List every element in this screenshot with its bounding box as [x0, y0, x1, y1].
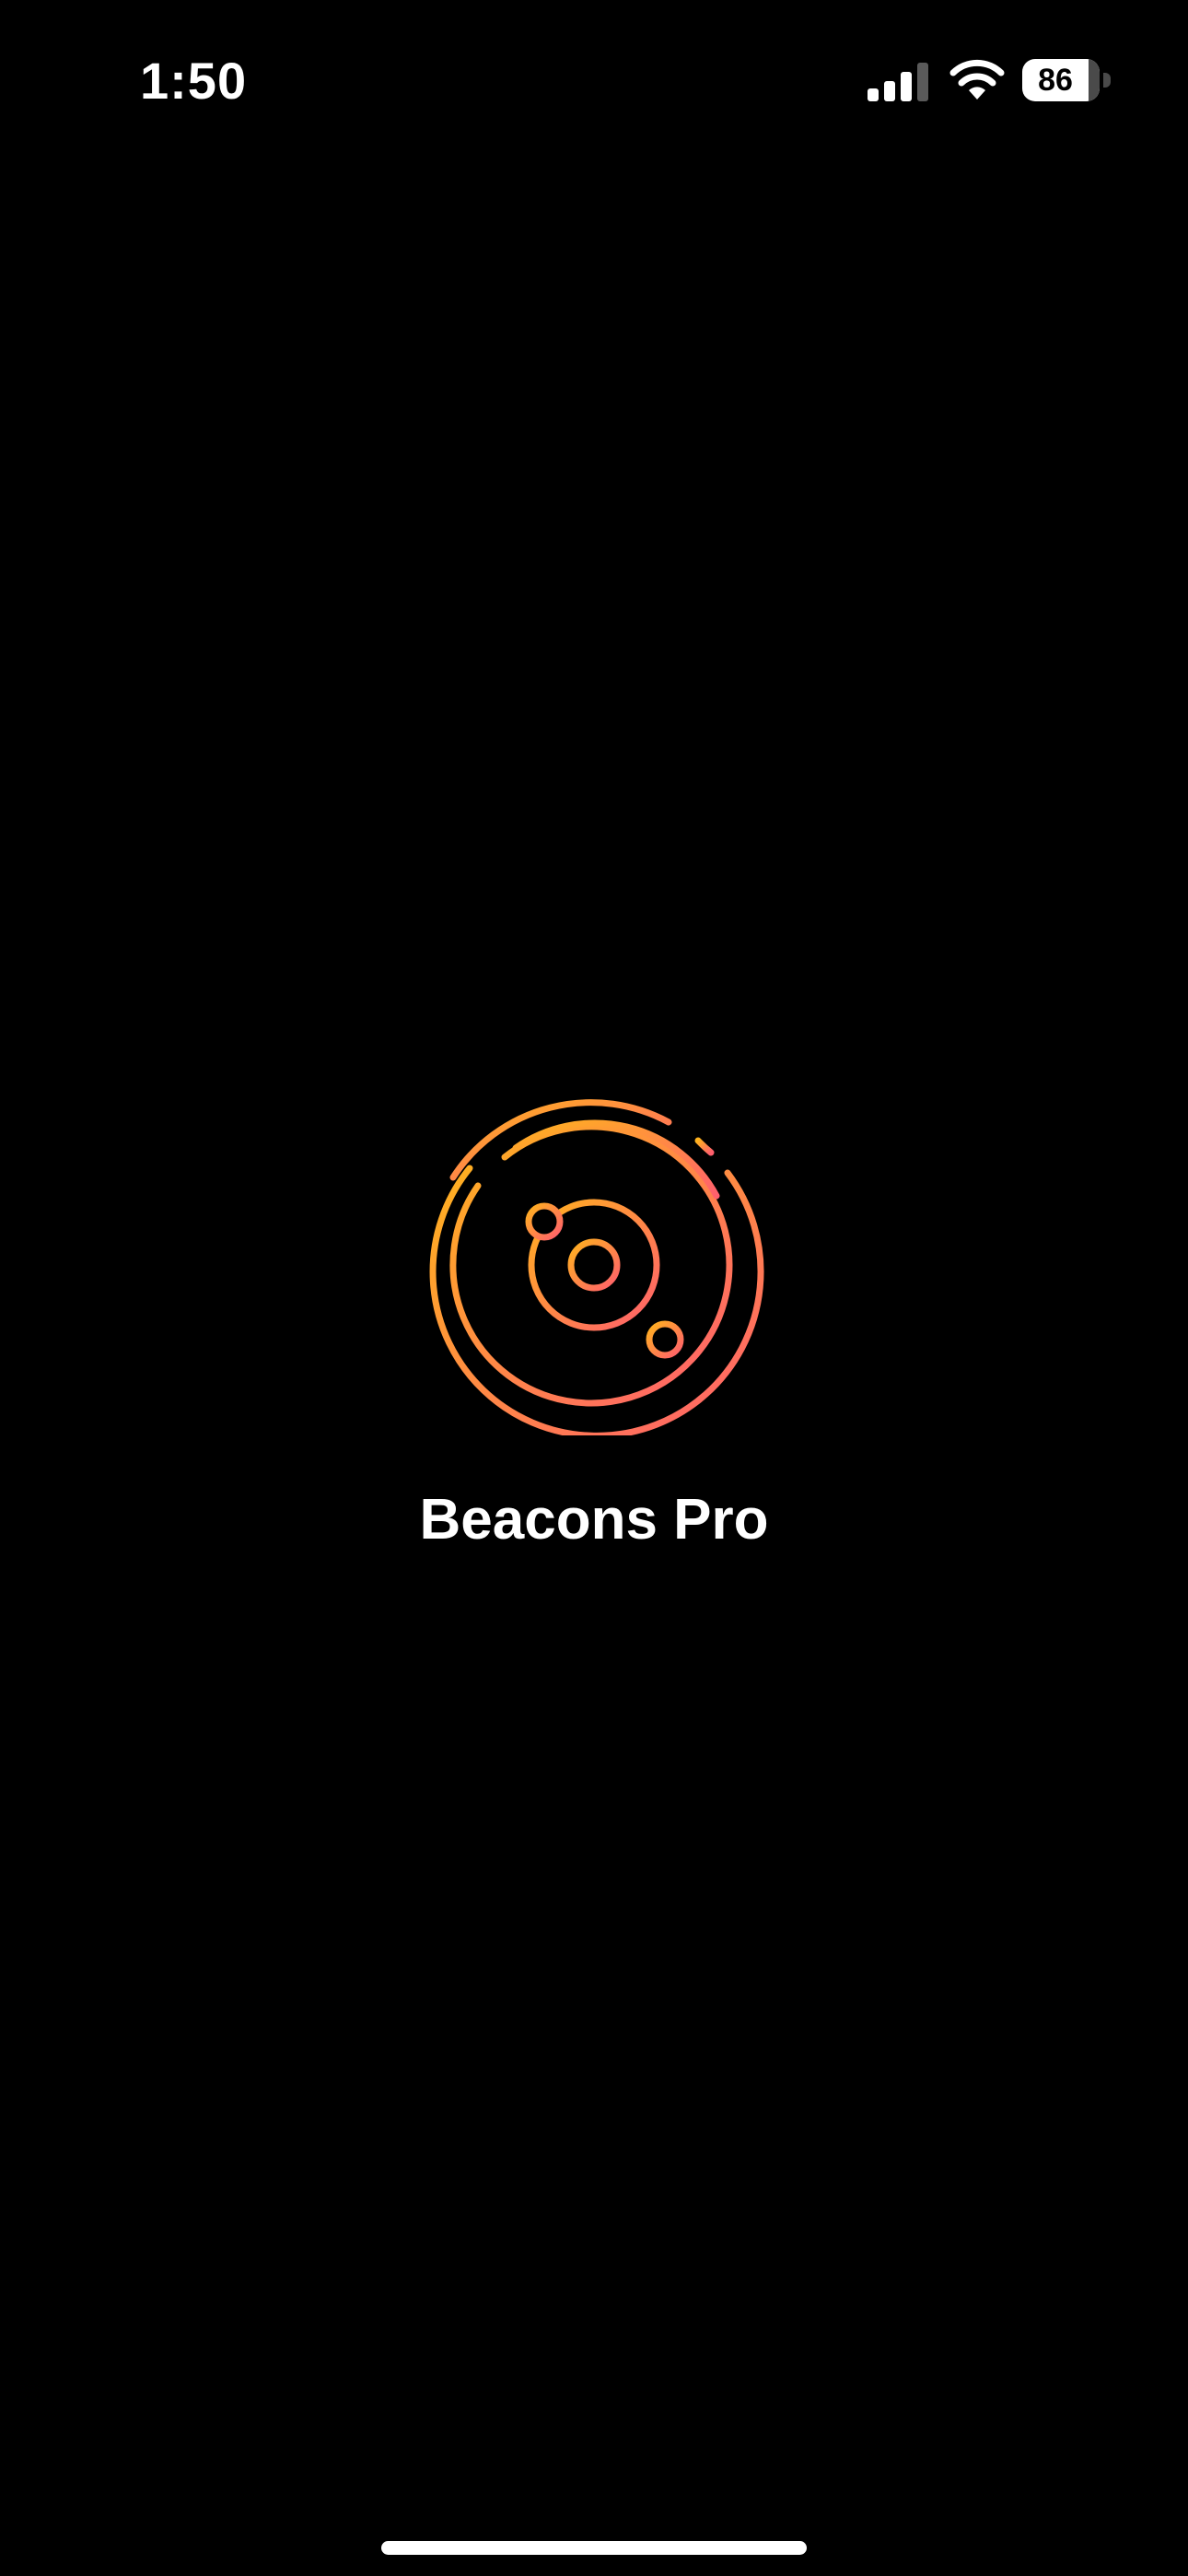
- status-time: 1:50: [140, 52, 248, 110]
- radar-outer-ring: [449, 1099, 672, 1181]
- signal-bar-4: [917, 63, 928, 101]
- splash-screen: Beacons Pro: [0, 1087, 1188, 1566]
- signal-bar-2: [884, 81, 895, 101]
- battery-empty-portion: [1089, 59, 1100, 101]
- battery-body: 86: [1022, 59, 1100, 101]
- radar-ring-2-top: [512, 1119, 720, 1200]
- radar-blip-2: [646, 1320, 684, 1359]
- radar-center-ring: [567, 1238, 621, 1292]
- signal-bar-3: [901, 72, 912, 101]
- status-bar: 1:50 86: [0, 0, 1188, 157]
- cellular-signal-icon: [868, 63, 928, 101]
- app-name: Beacons Pro: [419, 1488, 769, 1551]
- battery-tip: [1103, 73, 1111, 88]
- radar-blip-1: [525, 1202, 564, 1241]
- battery-icon: 86: [1022, 59, 1111, 101]
- radar-outer-ring-dash: [694, 1137, 715, 1156]
- signal-bar-1: [868, 88, 879, 101]
- home-indicator[interactable]: [381, 2541, 807, 2555]
- battery-level: 86: [1038, 63, 1073, 98]
- wifi-icon: [949, 59, 1005, 100]
- radar-icon: [429, 1099, 764, 1435]
